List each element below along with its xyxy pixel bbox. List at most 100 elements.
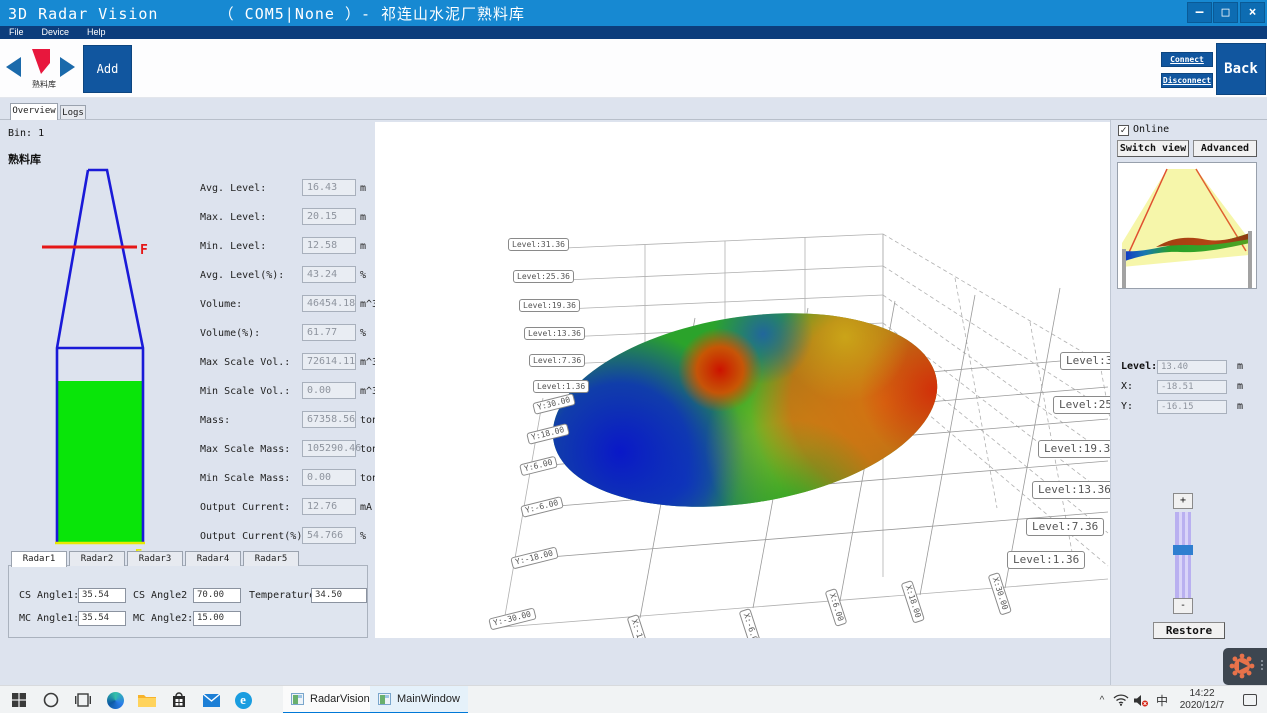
internet-explorer-icon[interactable]: e	[228, 686, 258, 713]
stat-value-field[interactable]: 0.00	[302, 382, 356, 399]
stat-row: Volume(%):61.77%	[200, 320, 375, 349]
stat-value-field[interactable]: 0.00	[302, 469, 356, 486]
stat-value-field[interactable]: 67358.56	[302, 411, 356, 428]
radar-tab-2[interactable]: Radar2	[69, 551, 125, 566]
recorder-gear-icon	[1228, 652, 1256, 680]
search-icon[interactable]	[36, 686, 66, 713]
radar-panel: Radar1Radar2Radar3Radar4Radar5 CS Angle1…	[8, 565, 368, 638]
stat-label: Min. Level:	[200, 241, 266, 252]
recorder-menu-dots-icon[interactable]	[1261, 658, 1264, 672]
radar-tab-3[interactable]: Radar3	[127, 551, 183, 566]
file-explorer-icon[interactable]	[132, 686, 162, 713]
stat-value-field[interactable]: 20.15	[302, 208, 356, 225]
stat-label: Volume(%):	[200, 328, 260, 339]
menu-item-device[interactable]: Device	[33, 26, 79, 39]
cross-section-thumbnail[interactable]	[1117, 162, 1257, 289]
stat-unit: m	[360, 183, 366, 194]
stat-value-field[interactable]: 43.24	[302, 266, 356, 283]
radar-field-label: CS Angle2 :	[133, 590, 199, 601]
zoom-out-button[interactable]: -	[1173, 598, 1193, 614]
readout-field[interactable]: -16.15	[1157, 400, 1227, 414]
zoom-slider-track[interactable]	[1175, 512, 1191, 598]
stat-label: Max. Level:	[200, 212, 266, 223]
readout-field[interactable]: -18.51	[1157, 380, 1227, 394]
wifi-icon[interactable]	[1111, 686, 1131, 713]
edge-browser-icon[interactable]	[100, 686, 130, 713]
add-button[interactable]: Add	[83, 45, 132, 93]
hidden-icons-chevron[interactable]: ^	[1093, 686, 1111, 713]
stat-value-field[interactable]: 46454.18	[302, 295, 356, 312]
prev-bin-arrow-icon[interactable]	[6, 57, 21, 77]
radar-field-input[interactable]: 35.54	[78, 611, 126, 626]
tab-overview[interactable]: Overview	[10, 103, 58, 120]
close-button[interactable]: ×	[1240, 2, 1265, 23]
readout-label: X:	[1121, 381, 1133, 392]
radar-field-input[interactable]: 15.00	[193, 611, 241, 626]
stat-label: Max Scale Mass:	[200, 444, 290, 455]
task-view-icon[interactable]	[68, 686, 98, 713]
stat-label: Volume:	[200, 299, 242, 310]
level-tick-label: Level:7.36	[1026, 518, 1104, 536]
surface-3d-view[interactable]: Level:31.36Level:25.36Level:19.36Level:1…	[375, 122, 1110, 638]
radar-field-input[interactable]: 34.50	[311, 588, 367, 603]
stat-value-field[interactable]: 105290.46	[302, 440, 356, 457]
stat-value-field[interactable]: 16.43	[302, 179, 356, 196]
tab-logs[interactable]: Logs	[60, 105, 86, 120]
silo-fill-level	[58, 381, 142, 542]
radar-field-label: MC Angle2:	[133, 613, 193, 624]
stat-label: Avg. Level(%):	[200, 270, 284, 281]
ime-indicator[interactable]: 中	[1151, 686, 1173, 713]
stat-label: Output Current:	[200, 502, 290, 513]
radar-field-input[interactable]: 35.54	[78, 588, 126, 603]
stat-value-field[interactable]: 54.766	[302, 527, 356, 544]
radar-field-input[interactable]: 70.00	[193, 588, 241, 603]
screen-recorder-widget[interactable]	[1223, 648, 1267, 685]
stat-value-field[interactable]: 12.76	[302, 498, 356, 515]
stat-value-field[interactable]: 12.58	[302, 237, 356, 254]
back-button[interactable]: Back	[1216, 43, 1266, 95]
zoom-in-button[interactable]: +	[1173, 493, 1193, 509]
stat-value-field[interactable]: 72614.11	[302, 353, 356, 370]
online-checkbox[interactable]: ✓	[1118, 125, 1129, 136]
stat-value-field[interactable]: 61.77	[302, 324, 356, 341]
mail-icon[interactable]	[196, 686, 226, 713]
menu-item-help[interactable]: Help	[78, 26, 115, 39]
next-bin-arrow-icon[interactable]	[60, 57, 75, 77]
disconnect-button[interactable]: Disconnect	[1161, 73, 1213, 88]
maximize-button[interactable]: □	[1213, 2, 1238, 23]
readout-field[interactable]: 13.40	[1157, 360, 1227, 374]
zoom-slider-handle[interactable]	[1173, 545, 1193, 555]
action-center-icon[interactable]	[1237, 686, 1263, 713]
start-button[interactable]	[4, 686, 34, 713]
online-label: Online	[1133, 124, 1169, 135]
menu-item-file[interactable]: File	[0, 26, 33, 39]
stat-row: Min Scale Vol.:0.00m^3	[200, 378, 375, 407]
switch-view-button[interactable]: Switch view	[1117, 140, 1189, 157]
stat-unit: %	[360, 270, 366, 281]
stat-label: Avg. Level:	[200, 183, 266, 194]
level-tick-label: Level:25.36	[1053, 396, 1110, 414]
advanced-button[interactable]: Advanced	[1193, 140, 1257, 157]
radar-tab-4[interactable]: Radar4	[185, 551, 241, 566]
stat-row: Max. Level:20.15m	[200, 204, 375, 233]
taskbar-window-2[interactable]: MainWindow	[370, 686, 468, 713]
connect-button[interactable]: Connect	[1161, 52, 1213, 67]
clock[interactable]: 14:22 2020/12/7	[1173, 686, 1231, 713]
stat-row: Min Scale Mass:0.00ton	[200, 465, 375, 494]
tray-date: 2020/12/7	[1180, 700, 1225, 712]
level-tick-label: Level:7.36	[529, 354, 585, 367]
minimize-button[interactable]: –	[1187, 2, 1212, 23]
stat-unit: m	[360, 241, 366, 252]
stat-row: Avg. Level: 16.43 m	[200, 175, 375, 204]
bin-name-label: 熟料库	[8, 151, 41, 167]
volume-muted-icon[interactable]	[1131, 686, 1151, 713]
restore-button[interactable]: Restore	[1153, 622, 1225, 639]
radar-tab-1[interactable]: Radar1	[11, 551, 67, 567]
stat-row: Mass:67358.56ton	[200, 407, 375, 436]
readout-unit: m	[1237, 381, 1243, 392]
stats-list: Avg. Level: 16.43 m Max. Level: 20.15 m Min. L…	[200, 175, 375, 552]
radar-tab-5[interactable]: Radar5	[243, 551, 299, 566]
readout-label: Level:	[1121, 361, 1157, 372]
bin-pin-icon[interactable]	[30, 48, 52, 76]
store-icon[interactable]	[164, 686, 194, 713]
